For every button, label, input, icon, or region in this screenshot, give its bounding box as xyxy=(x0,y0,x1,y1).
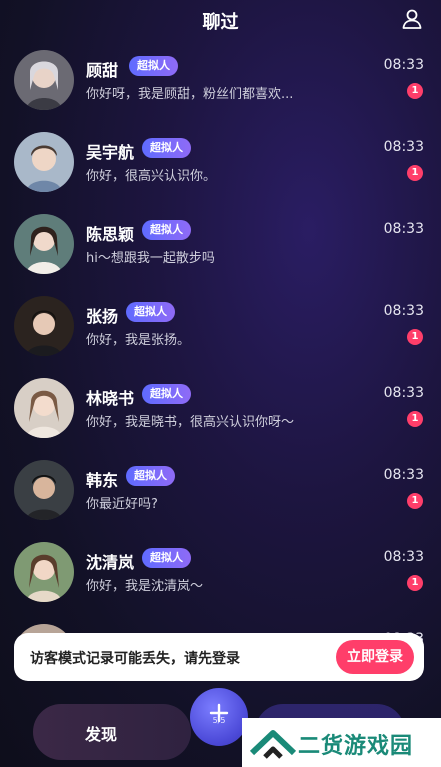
avatar xyxy=(14,296,74,356)
avatar xyxy=(14,460,74,520)
chat-preview: 你最近好吗? xyxy=(86,497,158,512)
avatar xyxy=(14,132,74,192)
chat-row[interactable]: 林晓书 超拟人 你好，我是晓书，很高兴认识你呀～ 08:33 1 xyxy=(0,368,441,450)
avatar xyxy=(14,378,74,438)
unread-count-badge: 1 xyxy=(407,329,423,345)
create-count-label: 5/5 xyxy=(212,716,226,725)
login-button[interactable]: 立即登录 xyxy=(336,640,414,674)
chat-row[interactable]: 顾甜 超拟人 你好呀，我是顾甜，粉丝们都喜欢... 08:33 1 xyxy=(0,40,441,122)
tab-discover-label: 发现 xyxy=(84,725,117,744)
chat-list: 顾甜 超拟人 你好呀，我是顾甜，粉丝们都喜欢... 08:33 1 吴宇航 超拟… xyxy=(0,40,441,660)
ai-badge: 超拟人 xyxy=(126,302,175,322)
chat-preview: hi～想跟我一起散步吗 xyxy=(86,251,215,266)
avatar xyxy=(14,542,74,602)
guest-mode-notice: 访客模式记录可能丢失，请先登录 立即登录 xyxy=(14,633,424,681)
chat-preview: 你好，很高兴认识你。 xyxy=(86,169,217,184)
chat-preview: 你好，我是晓书，很高兴认识你呀～ xyxy=(86,415,295,430)
chat-name: 吴宇航 xyxy=(86,143,135,162)
chat-name: 陈思颖 xyxy=(86,225,135,244)
chat-name: 张扬 xyxy=(86,307,119,326)
unread-count-badge: 1 xyxy=(407,83,423,99)
chat-time: 08:33 xyxy=(383,303,424,319)
header-bar: 聊过 xyxy=(0,0,441,40)
chat-preview: 你好，我是张扬。 xyxy=(86,333,191,348)
chat-name: 顾甜 xyxy=(86,61,119,80)
unread-count-badge: 1 xyxy=(407,165,423,181)
chat-preview: 你好呀，我是顾甜，粉丝们都喜欢... xyxy=(86,87,294,102)
unread-count-badge: 1 xyxy=(407,411,423,427)
unread-count-badge: 1 xyxy=(407,493,423,509)
unread-count-badge: 1 xyxy=(407,575,423,591)
chat-time: 08:33 xyxy=(383,549,424,565)
watermark-text: 二货游戏园 xyxy=(298,734,414,759)
chat-preview: 你好，我是沈清岚～ xyxy=(86,579,204,594)
ai-badge: 超拟人 xyxy=(142,220,191,240)
chat-time: 08:33 xyxy=(383,221,424,237)
page-title: 聊过 xyxy=(202,12,239,33)
chat-row[interactable]: 陈思颖 超拟人 hi～想跟我一起散步吗 08:33 xyxy=(0,204,441,286)
avatar xyxy=(14,50,74,110)
tab-discover[interactable]: 发现 xyxy=(33,704,191,760)
avatar xyxy=(14,214,74,274)
chat-time: 08:33 xyxy=(383,467,424,483)
chat-name: 韩东 xyxy=(86,471,119,490)
watermark-logo-icon xyxy=(249,730,297,759)
ai-badge: 超拟人 xyxy=(129,56,178,76)
chat-name: 林晓书 xyxy=(86,389,135,408)
create-button[interactable]: 5/5 xyxy=(190,688,248,746)
chat-time: 08:33 xyxy=(383,385,424,401)
chat-row[interactable]: 吴宇航 超拟人 你好，很高兴认识你。 08:33 1 xyxy=(0,122,441,204)
profile-icon[interactable] xyxy=(401,8,423,30)
chat-time: 08:33 xyxy=(383,139,424,155)
ai-badge: 超拟人 xyxy=(142,548,191,568)
chat-row[interactable]: 沈清岚 超拟人 你好，我是沈清岚～ 08:33 1 xyxy=(0,532,441,614)
ai-badge: 超拟人 xyxy=(126,466,175,486)
watermark: 二货游戏园 xyxy=(242,718,441,767)
chat-name: 沈清岚 xyxy=(86,553,135,572)
ai-badge: 超拟人 xyxy=(142,138,191,158)
chat-time: 08:33 xyxy=(383,57,424,73)
chat-row[interactable]: 韩东 超拟人 你最近好吗? 08:33 1 xyxy=(0,450,441,532)
notice-text: 访客模式记录可能丢失，请先登录 xyxy=(30,651,240,667)
ai-badge: 超拟人 xyxy=(142,384,191,404)
chat-row[interactable]: 张扬 超拟人 你好，我是张扬。 08:33 1 xyxy=(0,286,441,368)
